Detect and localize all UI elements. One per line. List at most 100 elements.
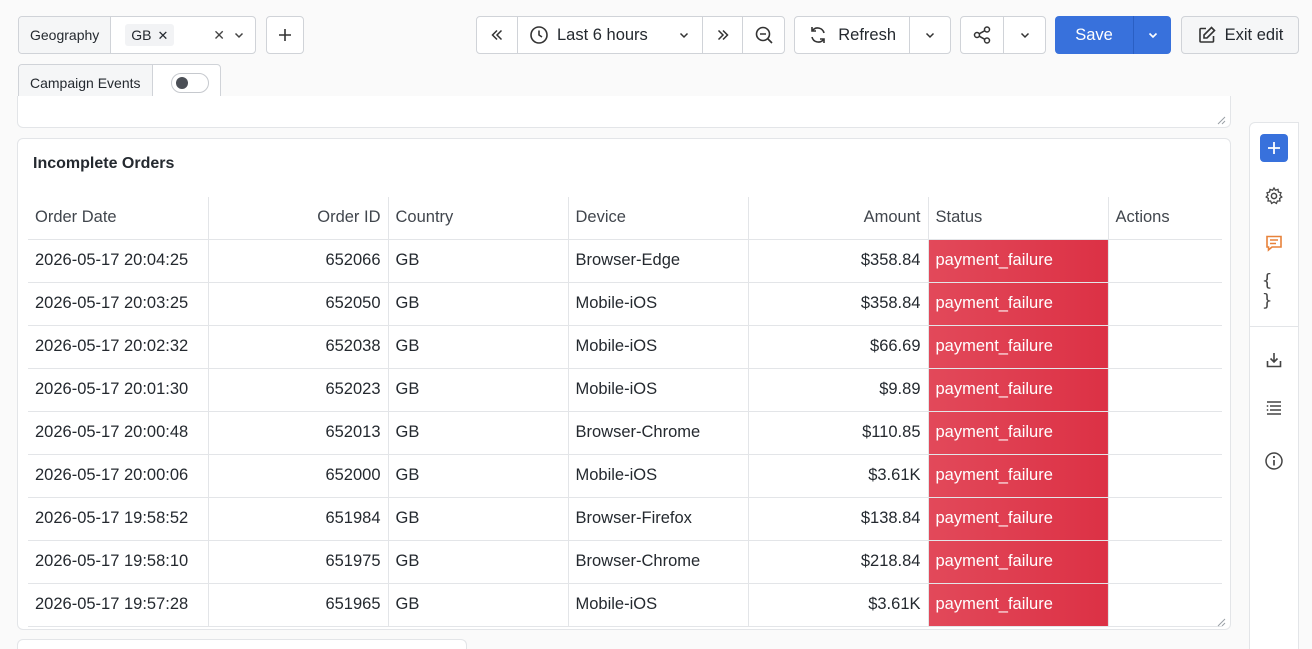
- time-back-button[interactable]: [477, 17, 517, 53]
- plus-icon: [1266, 140, 1282, 156]
- cell-order-id: 651965: [208, 583, 389, 627]
- time-picker-group: Last 6 hours: [476, 16, 785, 54]
- incomplete-orders-panel: Incomplete Orders Order Date Order ID Co…: [17, 138, 1231, 630]
- save-group: Save: [1055, 16, 1171, 54]
- cell-country: GB: [388, 454, 569, 498]
- time-forward-button[interactable]: [702, 17, 742, 53]
- column-header-country[interactable]: Country: [388, 197, 569, 240]
- column-header-order-id[interactable]: Order ID: [208, 197, 389, 240]
- add-panel-button[interactable]: [1260, 134, 1288, 162]
- cell-actions: [1108, 325, 1222, 369]
- import-button[interactable]: [1262, 348, 1286, 372]
- cell-status: payment_failure: [928, 497, 1109, 541]
- double-chevron-right-icon: [715, 27, 731, 43]
- cell-order-id: 652023: [208, 368, 389, 412]
- time-range-picker[interactable]: Last 6 hours: [517, 17, 702, 53]
- cell-status: payment_failure: [928, 411, 1109, 455]
- cell-order-date: 2026-05-17 20:03:25: [28, 282, 209, 326]
- cell-amount: $9.89: [748, 368, 929, 412]
- geography-select[interactable]: GB ✕ ✕: [111, 17, 255, 53]
- column-header-actions[interactable]: Actions: [1108, 197, 1222, 240]
- cell-status: payment_failure: [928, 454, 1109, 498]
- cell-actions: [1108, 368, 1222, 412]
- geography-chip-label: GB: [131, 27, 152, 43]
- geography-chip: GB ✕: [125, 24, 175, 46]
- panel-title: Incomplete Orders: [33, 155, 175, 172]
- geography-label: Geography: [19, 17, 112, 53]
- cell-device: Browser-Chrome: [568, 540, 749, 584]
- cell-amount: $3.61K: [748, 583, 929, 627]
- comments-button[interactable]: [1262, 231, 1286, 255]
- table-row: 2026-05-17 20:01:30 652023 GB Mobile-iOS…: [28, 368, 1222, 412]
- exit-edit-label: Exit edit: [1224, 25, 1284, 44]
- list-icon: [1264, 397, 1284, 417]
- cell-country: GB: [388, 239, 569, 283]
- cell-actions: [1108, 497, 1222, 541]
- chevron-down-icon: [924, 29, 936, 41]
- cell-status: payment_failure: [928, 583, 1109, 627]
- braces-icon: { }: [1262, 271, 1273, 311]
- cell-amount: $66.69: [748, 325, 929, 369]
- cell-country: GB: [388, 540, 569, 584]
- column-header-order-date[interactable]: Order Date: [28, 197, 209, 240]
- cell-order-date: 2026-05-17 20:02:32: [28, 325, 209, 369]
- refresh-interval-dropdown[interactable]: [909, 17, 950, 53]
- cell-status: payment_failure: [928, 368, 1109, 412]
- column-header-amount[interactable]: Amount: [748, 197, 929, 240]
- save-options-dropdown[interactable]: [1133, 16, 1171, 54]
- cell-order-id: 651975: [208, 540, 389, 584]
- cell-status: payment_failure: [928, 282, 1109, 326]
- table-row: 2026-05-17 19:58:52 651984 GB Browser-Fi…: [28, 497, 1222, 541]
- cell-order-date: 2026-05-17 19:58:52: [28, 497, 209, 541]
- cell-order-id: 652038: [208, 325, 389, 369]
- json-model-button[interactable]: { }: [1262, 271, 1286, 311]
- cell-amount: $358.84: [748, 239, 929, 283]
- clear-icon[interactable]: ✕: [213, 27, 225, 44]
- cell-amount: $358.84: [748, 282, 929, 326]
- share-dropdown[interactable]: [1003, 17, 1045, 53]
- share-icon: [972, 25, 992, 45]
- cell-device: Mobile-iOS: [568, 368, 749, 412]
- settings-button[interactable]: [1262, 184, 1286, 208]
- cell-status: payment_failure: [928, 540, 1109, 584]
- chip-remove-icon[interactable]: ✕: [158, 29, 169, 42]
- cell-device: Browser-Chrome: [568, 411, 749, 455]
- outline-button[interactable]: [1262, 395, 1286, 419]
- cell-device: Mobile-iOS: [568, 583, 749, 627]
- exit-edit-button[interactable]: Exit edit: [1181, 16, 1299, 54]
- add-filter-button[interactable]: [266, 16, 304, 54]
- chevron-down-icon: [678, 29, 690, 41]
- resize-handle-icon[interactable]: [1216, 115, 1226, 125]
- comment-icon: [1264, 233, 1284, 253]
- orders-table: Order Date Order ID Country Device Amoun…: [28, 197, 1222, 627]
- cell-device: Mobile-iOS: [568, 325, 749, 369]
- share-button[interactable]: [961, 17, 1003, 53]
- column-header-device[interactable]: Device: [568, 197, 749, 240]
- save-button[interactable]: Save: [1055, 16, 1133, 54]
- next-panel: [17, 639, 467, 649]
- zoom-out-button[interactable]: [742, 17, 784, 53]
- cell-country: GB: [388, 282, 569, 326]
- campaign-events-toggle[interactable]: [153, 73, 219, 93]
- column-header-status[interactable]: Status: [928, 197, 1109, 240]
- refresh-button[interactable]: Refresh: [795, 17, 909, 53]
- cell-order-date: 2026-05-17 20:00:48: [28, 411, 209, 455]
- table-row: 2026-05-17 20:00:06 652000 GB Mobile-iOS…: [28, 454, 1222, 498]
- edit-icon: [1197, 25, 1217, 45]
- chevron-down-icon: [1019, 29, 1031, 41]
- chevron-down-icon[interactable]: [233, 29, 245, 41]
- cell-order-id: 652000: [208, 454, 389, 498]
- cell-actions: [1108, 454, 1222, 498]
- table-row: 2026-05-17 19:58:10 651975 GB Browser-Ch…: [28, 540, 1222, 584]
- cell-country: GB: [388, 497, 569, 541]
- resize-handle-icon[interactable]: [1216, 617, 1226, 627]
- zoom-out-icon: [754, 25, 774, 45]
- geography-filter: Geography GB ✕ ✕: [18, 16, 256, 54]
- table-row: 2026-05-17 20:02:32 652038 GB Mobile-iOS…: [28, 325, 1222, 369]
- refresh-icon: [808, 25, 828, 45]
- cell-amount: $3.61K: [748, 454, 929, 498]
- cell-device: Browser-Edge: [568, 239, 749, 283]
- cell-device: Browser-Firefox: [568, 497, 749, 541]
- info-button[interactable]: [1262, 449, 1286, 473]
- cell-actions: [1108, 540, 1222, 584]
